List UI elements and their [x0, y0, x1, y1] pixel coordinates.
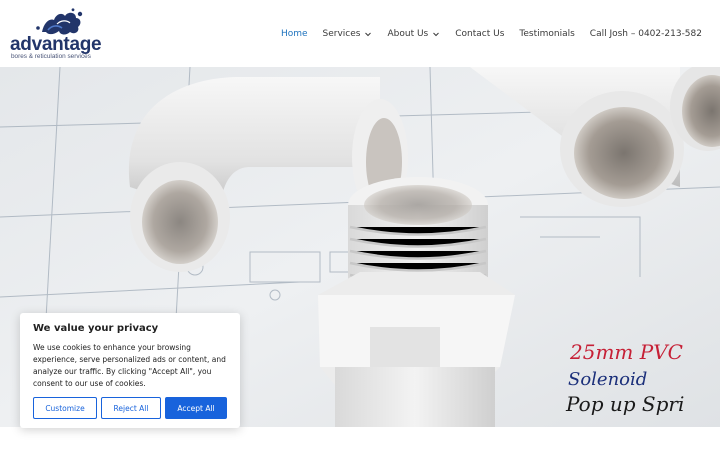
site-header: advantage bores & reticulation services … — [0, 0, 720, 68]
nav-services-label: Services — [322, 29, 361, 39]
nav-services[interactable]: Services — [323, 29, 373, 39]
logo[interactable]: advantage bores & reticulation services — [10, 8, 102, 62]
nav-contact-us-label: Contact Us — [455, 29, 505, 39]
brand-name: advantage — [10, 34, 102, 55]
nav-testimonials-label: Testimonials — [519, 29, 575, 39]
nav-about-us[interactable]: About Us — [387, 29, 440, 39]
accept-all-button[interactable]: Accept All — [165, 397, 227, 419]
chevron-down-icon — [433, 32, 440, 37]
nav-home-label: Home — [280, 29, 308, 39]
hero-handwriting-line-3: Pop up Spri — [565, 392, 684, 416]
cookie-text: We use cookies to enhance your browsing … — [33, 343, 226, 388]
chevron-down-icon — [365, 32, 372, 37]
customize-button[interactable]: Customize — [33, 397, 97, 419]
nav-call-label: Call Josh – 0402-213-582 — [589, 29, 702, 39]
nav-call[interactable]: Call Josh – 0402-213-582 — [590, 29, 702, 39]
cookie-title: We value your privacy — [33, 323, 159, 334]
nav-home[interactable]: Home — [281, 29, 308, 39]
nav-contact-us[interactable]: Contact Us — [455, 29, 504, 39]
hero-handwriting-line-1: 25mm PVC — [569, 340, 683, 364]
nav-testimonials[interactable]: Testimonials — [519, 29, 574, 39]
nav-about-us-label: About Us — [387, 29, 429, 39]
brand-tagline: bores & reticulation services — [11, 53, 91, 60]
main-nav: Home Services About Us Contact Us Testim… — [266, 27, 702, 41]
reject-all-button[interactable]: Reject All — [101, 397, 161, 419]
cookie-consent-banner: We value your privacy We use cookies to … — [20, 313, 240, 428]
hero-handwriting-line-2: Solenoid — [568, 369, 647, 390]
